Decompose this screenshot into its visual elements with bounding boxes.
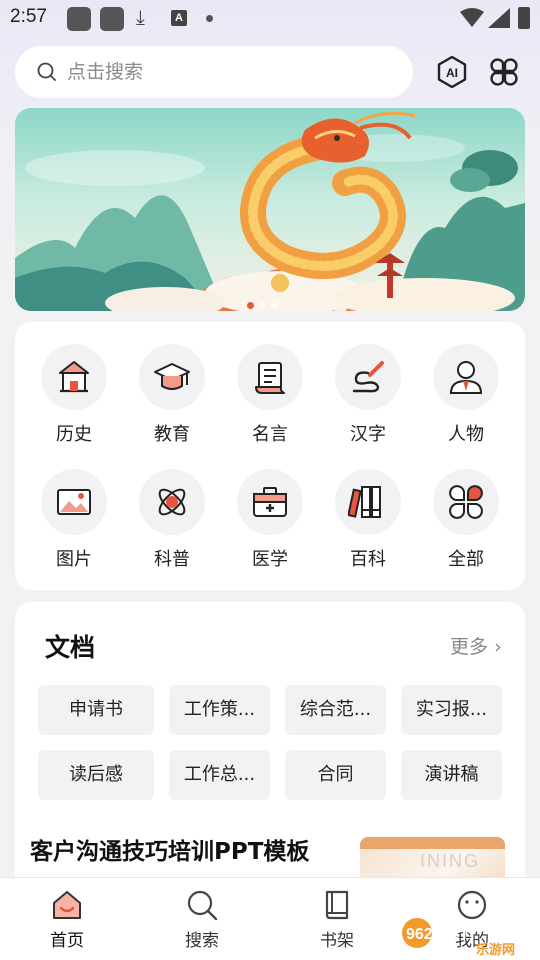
bookshelf-icon [325, 890, 349, 920]
category-label: 汉字 [350, 424, 386, 445]
atom-icon [158, 488, 186, 516]
nav-bookshelf[interactable]: 书架 [297, 888, 377, 951]
featured-doc-title[interactable]: 客户沟通技巧培训PPT模板 [30, 832, 309, 866]
category-characters[interactable]: 汉字 [323, 344, 413, 446]
banner-dot[interactable] [271, 302, 278, 309]
doc-tag[interactable]: 工作总... [169, 750, 270, 800]
banner-pagination [247, 294, 283, 311]
category-label: 百科 [350, 549, 386, 570]
nav-home[interactable]: 首页 [27, 888, 107, 951]
watermark-logo: 962.NET 乐游网 [402, 918, 515, 958]
category-label: 名言 [252, 424, 288, 445]
ai-assistant-button[interactable]: AI [432, 52, 472, 92]
search-bar[interactable] [15, 46, 413, 98]
ai-label: AI [446, 66, 458, 80]
wifi-icon [460, 8, 484, 27]
more-label: 更多 [450, 636, 489, 658]
section-title: 文档 [45, 633, 96, 662]
signal-icon [488, 8, 510, 28]
doc-tag[interactable]: 合同 [285, 750, 386, 800]
category-label: 人物 [448, 424, 484, 445]
category-label: 图片 [56, 549, 92, 570]
documents-section: 文档 更多 › 申请书 工作策... 综合范... 实习报... 读后感 工作总… [15, 602, 525, 902]
doc-tag[interactable]: 演讲稿 [401, 750, 502, 800]
doc-tag[interactable]: 实习报... [401, 685, 502, 735]
graduation-cap-icon [154, 363, 190, 390]
brush-icon [352, 361, 384, 393]
building-icon [59, 361, 89, 393]
category-label: 全部 [448, 549, 484, 570]
search-icon [37, 62, 56, 81]
watermark-text: 962.NET [406, 926, 469, 943]
search-input[interactable] [67, 58, 397, 86]
category-images[interactable]: 图片 [29, 469, 119, 571]
category-science[interactable]: 科普 [127, 469, 217, 571]
doc-tag[interactable]: 申请书 [38, 685, 154, 735]
notification-icon [67, 7, 91, 31]
category-label: 医学 [252, 549, 288, 570]
category-quotes[interactable]: 名言 [225, 344, 315, 446]
battery-icon [518, 7, 530, 29]
category-medicine[interactable]: 医学 [225, 469, 315, 571]
status-time: 2:57 [10, 6, 47, 27]
nav-label: 搜索 [185, 931, 219, 951]
books-icon [348, 486, 381, 518]
banner-dot[interactable] [247, 302, 254, 309]
more-link[interactable]: 更多 › [450, 632, 502, 659]
category-label: 科普 [154, 549, 190, 570]
home-icon [53, 891, 81, 919]
category-label: 教育 [154, 424, 190, 445]
category-all[interactable]: 全部 [421, 469, 511, 571]
category-people[interactable]: 人物 [421, 344, 511, 446]
doc-tag[interactable]: 综合范... [285, 685, 386, 735]
person-icon [449, 361, 483, 394]
notification-icon [100, 7, 124, 31]
category-education[interactable]: 教育 [127, 344, 217, 446]
dot-icon [206, 15, 213, 22]
scroll-icon [255, 362, 285, 394]
chevron-right-icon: › [494, 636, 502, 658]
watermark-subtext: 乐游网 [476, 942, 515, 958]
nav-label: 首页 [50, 931, 84, 951]
apps-icon [449, 485, 483, 519]
apps-button[interactable] [484, 52, 524, 92]
status-bar: 2:57 ⤓ A [0, 0, 540, 36]
search-icon [187, 890, 218, 921]
medical-kit-icon [253, 487, 287, 517]
category-history[interactable]: 历史 [29, 344, 119, 446]
banner-dot[interactable] [259, 302, 266, 309]
download-icon: ⤓ [136, 5, 145, 29]
nav-label: 书架 [320, 931, 354, 951]
doc-tag[interactable]: 读后感 [38, 750, 154, 800]
thumbnail-text: INING [420, 851, 481, 871]
nav-search[interactable]: 搜索 [162, 888, 242, 951]
category-grid: 历史 教育 名言 汉字 人物 图片 科普 医学 百科 全部 [15, 322, 525, 590]
doc-tag[interactable]: 工作策... [169, 685, 270, 735]
promo-banner[interactable] [15, 108, 525, 311]
font-icon: A [171, 10, 187, 26]
category-encyclopedia[interactable]: 百科 [323, 469, 413, 571]
dragon-illustration [15, 111, 525, 311]
category-label: 历史 [56, 424, 92, 445]
image-icon [57, 489, 91, 515]
